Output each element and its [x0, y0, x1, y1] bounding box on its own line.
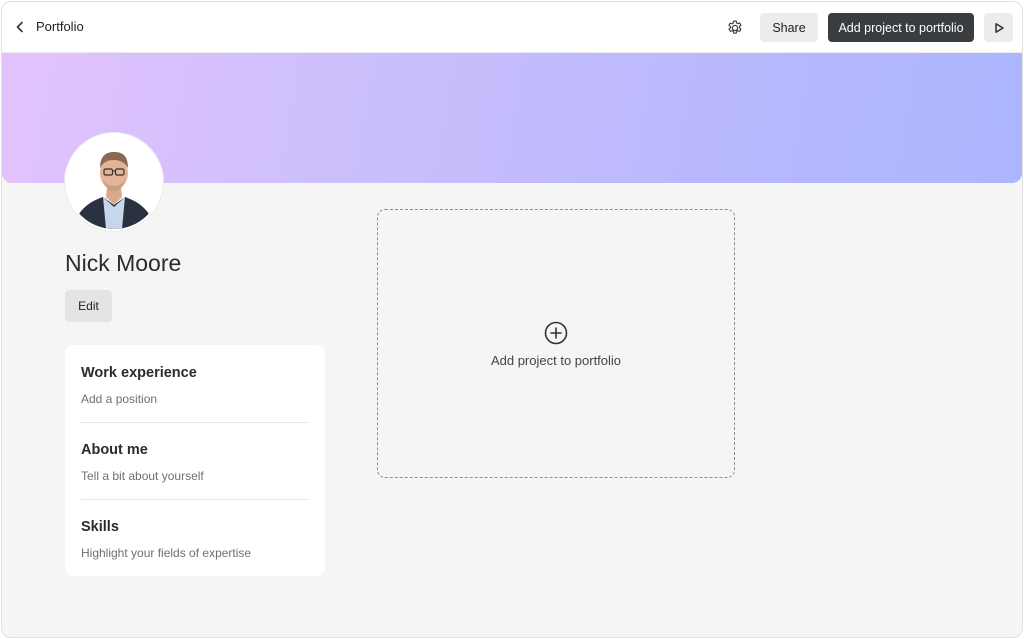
add-project-label: Add project to portfolio: [490, 353, 622, 368]
avatar[interactable]: [65, 133, 163, 231]
page-title: Portfolio: [36, 19, 84, 34]
section-title: Skills: [81, 519, 119, 535]
section-work-experience[interactable]: Work experience Add a position: [81, 365, 309, 406]
add-project-placeholder[interactable]: Add project to portfolio: [377, 209, 735, 478]
top-bar: Portfolio Share Add project to portfolio: [2, 2, 1022, 53]
profile-photo: [67, 135, 161, 229]
play-icon: [994, 22, 1004, 33]
section-title: Work experience: [81, 365, 197, 381]
edit-profile-button[interactable]: Edit: [65, 290, 112, 322]
plus-circle-icon: [544, 321, 568, 345]
section-title: About me: [81, 442, 148, 458]
section-skills[interactable]: Skills Highlight your fields of expertis…: [81, 519, 309, 560]
section-subtitle: Tell a bit about yourself: [81, 469, 204, 483]
preview-button[interactable]: [984, 13, 1013, 42]
share-button[interactable]: Share: [760, 13, 818, 42]
chevron-left-icon: [16, 21, 23, 33]
divider: [81, 499, 309, 500]
section-subtitle: Add a position: [81, 392, 158, 406]
app-window: Portfolio Share Add project to portfolio: [1, 1, 1023, 638]
gear-icon: [728, 20, 742, 34]
profile-name: Nick Moore: [65, 250, 182, 276]
settings-button[interactable]: [724, 17, 746, 39]
back-button[interactable]: [10, 16, 30, 38]
section-subtitle: Highlight your fields of expertise: [81, 546, 252, 560]
section-about-me[interactable]: About me Tell a bit about yourself: [81, 442, 309, 483]
profile-sections-card: Work experience Add a position About me …: [65, 345, 325, 576]
add-project-button[interactable]: Add project to portfolio: [828, 13, 974, 42]
divider: [81, 422, 309, 423]
